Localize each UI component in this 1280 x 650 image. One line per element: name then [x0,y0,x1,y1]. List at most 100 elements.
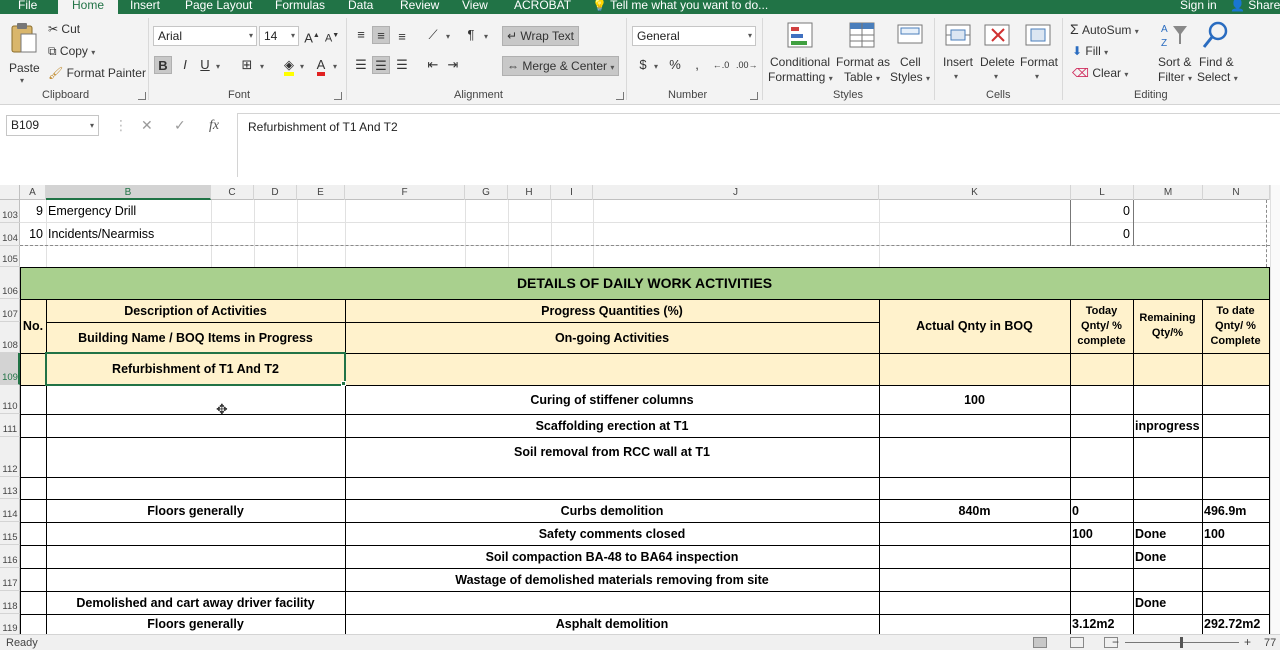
column-header[interactable]: D [254,185,297,200]
autosum-button[interactable]: Σ AutoSum ▾ [1070,22,1139,39]
cell-b118[interactable]: Demolished and cart away driver facility [46,591,345,614]
header-actual-qty[interactable]: Actual Qnty in BOQ [879,299,1070,353]
row-header-selected[interactable]: 109 [0,353,20,385]
tab-view[interactable]: View [462,0,488,13]
row-header[interactable]: 114 [0,499,20,522]
number-launcher-icon[interactable] [750,92,758,100]
cell-m115[interactable]: Done [1133,522,1202,545]
cell-f117[interactable]: Wastage of demolished materials removing… [345,568,879,591]
normal-view-icon[interactable] [1033,637,1047,648]
currency-button[interactable]: $ [634,56,652,74]
row-header[interactable]: 113 [0,477,20,499]
header-description[interactable]: Description of Activities [46,299,345,322]
increase-decimal-icon[interactable]: ←.0 [712,56,730,74]
column-header[interactable]: A [20,185,46,200]
row-header[interactable]: 111 [0,414,20,437]
row-header[interactable]: 104 [0,223,20,246]
clear-button[interactable]: ⌫ Clear ▾ [1072,66,1128,82]
sort-filter-button[interactable]: A Z Sort & Filter ▾ [1156,18,1196,88]
delete-cells-button[interactable]: Delete ▾ [978,18,1016,88]
row-header[interactable]: 108 [0,322,20,353]
header-to-date[interactable]: To date Qnty/ % Complete [1202,299,1269,353]
tab-formulas[interactable]: Formulas [275,0,325,13]
row-header[interactable]: 118 [0,591,20,614]
copy-button[interactable]: ⧉ Copy ▾ [48,44,95,60]
zoom-out-icon[interactable]: − [1112,635,1119,649]
cell-k114[interactable]: 840m [879,499,1070,522]
fill-button[interactable]: ⬇ Fill ▾ [1072,44,1108,60]
alignment-launcher-icon[interactable] [616,92,624,100]
underline-button[interactable]: U [196,56,214,74]
column-header[interactable]: N [1203,185,1270,200]
tab-acrobat[interactable]: ACROBAT [514,0,571,13]
zoom-slider-thumb[interactable] [1180,637,1183,648]
clipboard-launcher-icon[interactable] [138,92,146,100]
chevron-down-icon[interactable]: ▾ [484,32,488,41]
row-header[interactable]: 117 [0,568,20,591]
share-button[interactable]: 👤 Share [1230,0,1280,13]
align-middle-icon[interactable]: ≡ [372,26,390,44]
fill-color-icon[interactable]: ◈ [280,56,298,76]
grow-font-icon[interactable]: A▲ [303,27,321,45]
tab-home[interactable]: Home [58,0,119,14]
row-header[interactable]: 106 [0,267,20,299]
align-left-icon[interactable]: ☰ [352,56,370,74]
header-building[interactable]: Building Name / BOQ Items in Progress [46,322,345,353]
cell-l103[interactable]: 0 [1070,200,1133,222]
wrap-text-button[interactable]: ↵ Wrap Text [502,26,579,46]
column-header[interactable]: L [1071,185,1134,200]
bold-button[interactable]: B [154,56,172,74]
cell-a104[interactable]: 10 [20,223,46,245]
align-center-icon[interactable]: ☰ [372,56,390,74]
row-header[interactable]: 115 [0,522,20,545]
cut-button[interactable]: ✂ Cut [48,22,80,36]
align-right-icon[interactable]: ☰ [393,56,411,74]
sign-in-link[interactable]: Sign in [1180,0,1217,13]
tab-file[interactable]: File [18,0,37,13]
row-header[interactable]: 116 [0,545,20,568]
tab-insert[interactable]: Insert [130,0,160,13]
cell-m116[interactable]: Done [1133,545,1202,568]
cell-n115[interactable]: 100 [1202,522,1269,545]
orientation-icon[interactable]: ⟋ [424,26,442,44]
enter-icon[interactable]: ✓ [174,115,186,136]
font-size-combo[interactable]: 14 ▾ [259,26,299,46]
number-format-combo[interactable]: General ▾ [632,26,756,46]
header-progress[interactable]: Progress Quantities (%) [345,299,879,322]
cell-l114[interactable]: 0 [1070,499,1133,522]
chevron-down-icon[interactable]: ▾ [333,62,337,71]
shrink-font-icon[interactable]: A▼ [323,27,341,45]
format-cells-button[interactable]: Format ▾ [1018,18,1058,88]
borders-icon[interactable]: ⊞ [238,56,256,74]
row-header[interactable]: 105 [0,246,20,267]
cell-b119[interactable]: Floors generally [46,614,345,634]
percent-button[interactable]: % [666,56,684,74]
decrease-indent-icon[interactable]: ⇤ [424,56,442,74]
fx-icon[interactable]: fx [209,115,219,136]
cancel-icon[interactable]: ✕ [141,115,153,136]
cell-l115[interactable]: 100 [1070,522,1133,545]
cell-f116[interactable]: Soil compaction BA-48 to BA64 inspection [345,545,879,568]
tab-page-layout[interactable]: Page Layout [185,0,252,13]
row-header[interactable]: 103 [0,200,20,223]
cell-a103[interactable]: 9 [20,200,46,222]
font-launcher-icon[interactable] [334,92,342,100]
text-direction-icon[interactable]: ¶ [462,26,480,44]
cell-f119[interactable]: Asphalt demolition [345,614,879,634]
chevron-down-icon[interactable]: ▾ [260,62,264,71]
chevron-down-icon[interactable]: ▾ [300,62,304,71]
cell-l119[interactable]: 3.12m2 [1070,614,1133,634]
cell-styles-button[interactable]: Cell Styles ▾ [890,18,930,88]
formula-input[interactable]: Refurbishment of T1 And T2 [237,113,1280,177]
cell-n114[interactable]: 496.9m [1202,499,1269,522]
row-header[interactable]: 112 [0,437,20,477]
italic-button[interactable]: I [176,56,194,74]
header-ongoing[interactable]: On-going Activities [345,322,879,353]
column-header[interactable]: J [593,185,879,200]
cell-f112[interactable]: Soil removal from RCC wall at T1 [345,437,879,477]
page-layout-view-icon[interactable] [1070,637,1084,648]
column-header[interactable]: F [345,185,465,200]
column-header[interactable]: C [211,185,254,200]
find-select-button[interactable]: Find & Select ▾ [1196,18,1240,88]
comma-button[interactable]: , [688,56,706,74]
